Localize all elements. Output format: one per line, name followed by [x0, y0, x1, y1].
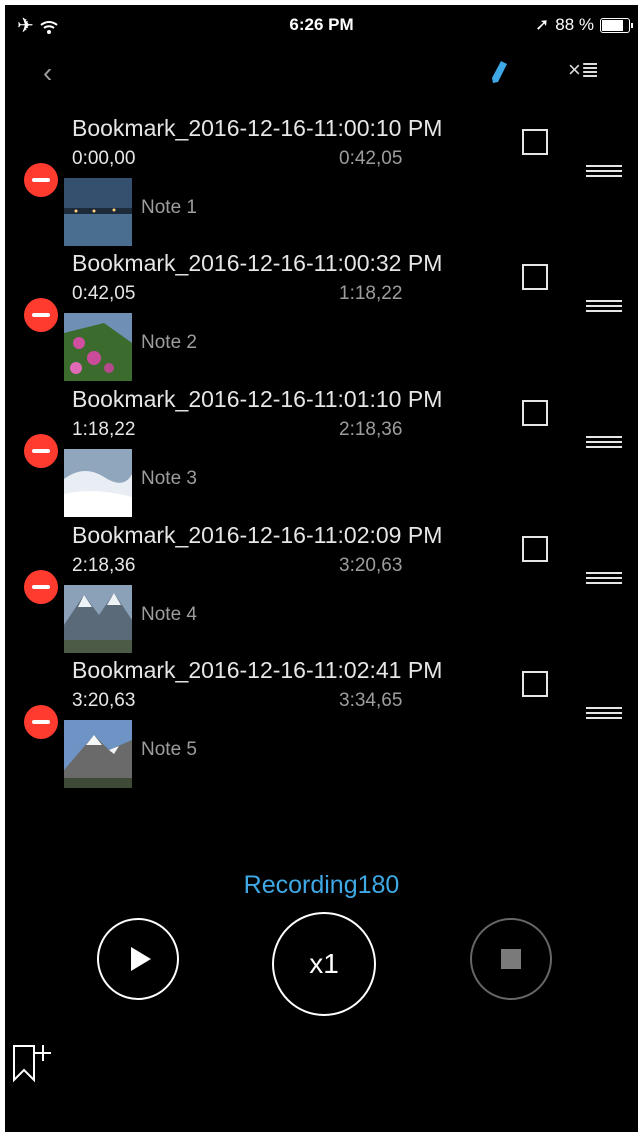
back-button[interactable]: ‹: [43, 57, 52, 89]
bookmark-title: Bookmark_2016-12-16-11:00:10 PM: [72, 115, 443, 141]
bookmark-start-time: 3:20,63: [72, 690, 136, 711]
list-item[interactable]: Bookmark_2016-12-16-11:00:10 PM 0:00,00 …: [5, 113, 638, 249]
delete-icon[interactable]: [24, 705, 58, 739]
bookmark-start-time: 2:18,36: [72, 555, 136, 576]
bookmark-checkbox[interactable]: [522, 264, 548, 290]
edit-pencil-icon[interactable]: [489, 59, 509, 90]
bookmark-title: Bookmark_2016-12-16-11:01:10 PM: [72, 386, 443, 412]
battery-percent: 88 %: [555, 15, 594, 34]
recording-name: Recording180: [243, 871, 400, 899]
delete-icon[interactable]: [24, 434, 58, 468]
bookmark-checkbox[interactable]: [522, 400, 548, 426]
bookmark-note: Note 1: [141, 197, 197, 218]
bookmark-end-time: 2:18,36: [339, 419, 403, 440]
bookmark-thumbnail[interactable]: [64, 449, 132, 517]
bookmark-thumbnail[interactable]: [64, 178, 132, 246]
bookmark-start-time: 1:18,22: [72, 419, 136, 440]
reorder-handle-icon[interactable]: [586, 707, 622, 719]
delete-icon[interactable]: [24, 298, 58, 332]
stop-button[interactable]: [470, 918, 552, 1000]
bookmark-start-time: 0:00,00: [72, 148, 136, 169]
bookmark-title: Bookmark_2016-12-16-11:02:09 PM: [72, 522, 443, 548]
clear-list-icon[interactable]: ×≣: [568, 57, 599, 83]
bookmark-end-time: 1:18,22: [339, 283, 403, 304]
bookmark-start-time: 0:42,05: [72, 283, 136, 304]
bookmark-checkbox[interactable]: [522, 671, 548, 697]
status-right: ➚ 88 %: [535, 15, 633, 35]
bookmark-note: Note 2: [141, 332, 197, 353]
bookmark-title: Bookmark_2016-12-16-11:02:41 PM: [72, 657, 443, 683]
app-screen: ✈ 6:26 PM ➚ 88 % ‹ ×≣ Bookmark_2016-12-1…: [5, 5, 638, 1132]
bookmark-note: Note 4: [141, 604, 197, 625]
bookmark-title: Bookmark_2016-12-16-11:00:32 PM: [72, 250, 443, 276]
reorder-handle-icon[interactable]: [586, 572, 622, 584]
bookmark-thumbnail[interactable]: [64, 720, 132, 788]
list-item[interactable]: Bookmark_2016-12-16-11:01:10 PM 1:18,22 …: [5, 384, 638, 520]
list-item[interactable]: Bookmark_2016-12-16-11:02:09 PM 2:18,36 …: [5, 520, 638, 656]
bookmark-note: Note 5: [141, 739, 197, 760]
bookmark-thumbnail[interactable]: [64, 313, 132, 381]
bookmark-end-time: 3:34,65: [339, 690, 403, 711]
reorder-handle-icon[interactable]: [586, 436, 622, 448]
speed-button[interactable]: x1: [272, 912, 376, 1016]
bookmark-end-time: 3:20,63: [339, 555, 403, 576]
bookmark-checkbox[interactable]: [522, 129, 548, 155]
delete-icon[interactable]: [24, 570, 58, 604]
reorder-handle-icon[interactable]: [586, 165, 622, 177]
bookmark-checkbox[interactable]: [522, 536, 548, 562]
add-bookmark-icon[interactable]: [11, 1042, 57, 1089]
battery-fill: [602, 19, 624, 31]
bookmark-thumbnail[interactable]: [64, 585, 132, 653]
bookmark-note: Note 3: [141, 468, 197, 489]
battery-icon: [600, 17, 633, 33]
bookmark-end-time: 0:42,05: [339, 148, 403, 169]
play-button[interactable]: [97, 918, 179, 1000]
delete-icon[interactable]: [24, 163, 58, 197]
list-item[interactable]: Bookmark_2016-12-16-11:02:41 PM 3:20,63 …: [5, 655, 638, 791]
list-item[interactable]: Bookmark_2016-12-16-11:00:32 PM 0:42,05 …: [5, 248, 638, 384]
location-arrow-icon: ➚: [535, 15, 550, 34]
status-bar: ✈ 6:26 PM ➚ 88 %: [5, 5, 638, 41]
reorder-handle-icon[interactable]: [586, 300, 622, 312]
